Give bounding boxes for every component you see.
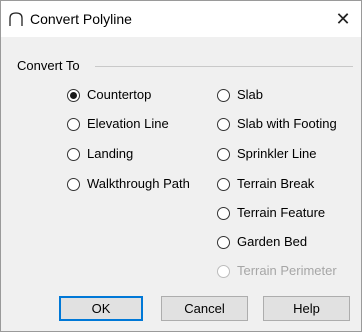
- radio-label: Slab with Footing: [237, 116, 337, 131]
- radio-label: Elevation Line: [87, 116, 169, 131]
- radio-label: Garden Bed: [237, 234, 308, 249]
- radio-circle: [217, 147, 230, 161]
- radio-slab[interactable]: Slab: [217, 87, 263, 103]
- radio-circle: [217, 177, 230, 191]
- radio-terrain-break[interactable]: Terrain Break: [217, 176, 314, 192]
- radio-countertop[interactable]: Countertop: [67, 87, 151, 103]
- title-bar: Convert Polyline ✕: [1, 1, 361, 37]
- radio-label: Landing: [87, 146, 134, 161]
- radio-circle: [67, 88, 80, 102]
- radio-label: Terrain Perimeter: [237, 263, 337, 278]
- radio-garden-bed[interactable]: Garden Bed: [217, 234, 307, 250]
- help-button[interactable]: Help: [263, 296, 350, 321]
- radio-circle: [217, 206, 230, 220]
- group-divider: [95, 66, 353, 67]
- radio-circle: [217, 235, 230, 249]
- radio-elevation-line[interactable]: Elevation Line: [67, 116, 169, 132]
- polyline-icon: [9, 12, 23, 26]
- radio-label: Slab: [237, 87, 264, 102]
- radio-terrain-feature[interactable]: Terrain Feature: [217, 205, 325, 221]
- radio-label: Terrain Feature: [237, 205, 326, 220]
- radio-circle: [217, 117, 230, 131]
- radio-label: Walkthrough Path: [87, 176, 190, 191]
- convert-polyline-dialog: Convert Polyline ✕ Convert To Countertop…: [0, 0, 362, 332]
- radio-selected-dot: [70, 91, 77, 99]
- radio-circle: [67, 117, 80, 131]
- radio-slab-with-footing[interactable]: Slab with Footing: [217, 116, 337, 132]
- radio-circle: [217, 264, 230, 278]
- radio-circle: [217, 88, 230, 102]
- radio-circle: [67, 147, 80, 161]
- group-label-convert-to: Convert To: [17, 58, 80, 73]
- window-title: Convert Polyline: [30, 11, 132, 27]
- radio-terrain-perimeter: Terrain Perimeter: [217, 263, 337, 279]
- radio-walkthrough-path[interactable]: Walkthrough Path: [67, 176, 190, 192]
- radio-circle: [67, 177, 80, 191]
- radio-label: Sprinkler Line: [237, 146, 317, 161]
- radio-sprinkler-line[interactable]: Sprinkler Line: [217, 146, 317, 162]
- close-icon: ✕: [335, 8, 351, 29]
- close-button[interactable]: ✕: [325, 1, 361, 37]
- ok-button[interactable]: OK: [59, 296, 143, 321]
- radio-label: Terrain Break: [237, 176, 315, 191]
- radio-label: Countertop: [87, 87, 152, 102]
- cancel-button[interactable]: Cancel: [161, 296, 248, 321]
- radio-landing[interactable]: Landing: [67, 146, 133, 162]
